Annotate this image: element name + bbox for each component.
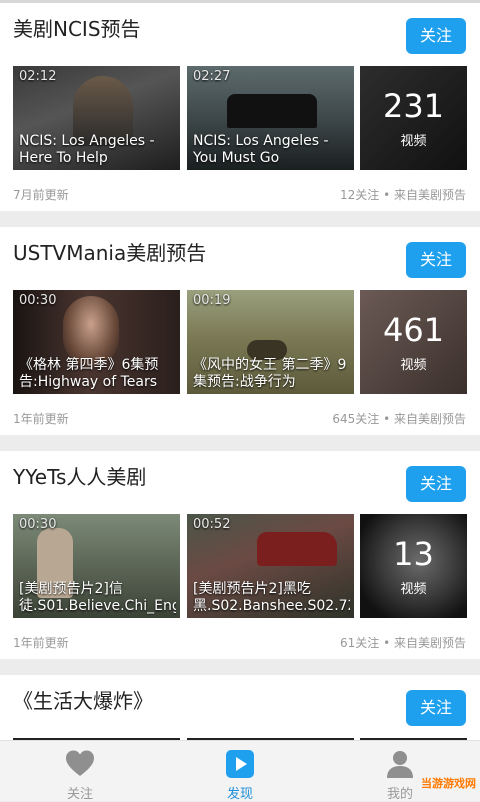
follow-button[interactable]: 关注 (406, 242, 466, 278)
video-thumbnail[interactable]: 00:19 《风中的女王 第二季》9集预告:战争行为 (187, 290, 354, 394)
video-row: 00:30 《格林 第四季》6集预告:Highway of Tears 00:1… (13, 290, 467, 394)
watermark-logo: 当游游戏网 (380, 771, 476, 797)
nav-follow[interactable]: 关注 (0, 741, 160, 802)
follow-button[interactable]: 关注 (406, 18, 466, 54)
video-duration: 00:30 (19, 517, 57, 532)
video-title: NCIS: Los Angeles - Here To Help (19, 133, 155, 166)
video-row: 02:12 NCIS: Los Angeles - Here To Help 0… (13, 66, 467, 170)
watermark-text: 当游游戏网 (421, 777, 476, 790)
video-thumbnail[interactable]: 00:52 [美剧预告片2]黑吃黑.S02.Banshee.S02.72 (187, 514, 354, 618)
video-thumbnail[interactable]: 02:27 NCIS: Los Angeles - You Must Go (187, 66, 354, 170)
video-duration: 00:19 (193, 293, 231, 308)
video-count-label: 视频 (400, 358, 427, 373)
channel-title: 美剧NCIS预告 (13, 17, 141, 41)
follow-button[interactable]: 关注 (406, 690, 466, 726)
nav-follow-label: 关注 (66, 787, 93, 802)
video-thumbnail[interactable]: 00:30 [美剧预告片2]信徒.S01.Believe.Chi_Eng- (13, 514, 180, 618)
video-title: [美剧预告片2]黑吃黑.S02.Banshee.S02.72 (193, 581, 350, 614)
channel-card[interactable]: YYeTs人人美剧 关注 00:30 [美剧预告片2]信徒.S01.Believ… (0, 451, 480, 659)
channel-stats: 645关注 • 来自美剧预告 (332, 412, 466, 426)
play-icon (226, 750, 254, 778)
follow-button[interactable]: 关注 (406, 466, 466, 502)
video-count-tile[interactable]: 461 视频 (360, 290, 467, 394)
bottom-nav: 关注 发现 我的 当游游戏网 (0, 740, 480, 802)
video-count-tile[interactable]: 13 视频 (360, 514, 467, 618)
channel-title: YYeTs人人美剧 (13, 465, 147, 489)
updated-time: 1年前更新 (13, 636, 69, 650)
video-title: 《风中的女王 第二季》9集预告:战争行为 (193, 357, 347, 390)
channel-title: USTVMania美剧预告 (13, 241, 207, 265)
video-count-label: 视频 (400, 582, 427, 597)
channel-stats: 12关注 • 来自美剧预告 (340, 188, 466, 202)
video-count: 13 (393, 535, 434, 573)
channel-stats: 61关注 • 来自美剧预告 (340, 636, 466, 650)
video-count-tile[interactable]: 231 视频 (360, 66, 467, 170)
updated-time: 1年前更新 (13, 412, 69, 426)
nav-discover[interactable]: 发现 (160, 741, 320, 802)
video-count: 231 (382, 87, 445, 125)
video-count-label: 视频 (400, 134, 427, 149)
video-row: 00:30 [美剧预告片2]信徒.S01.Believe.Chi_Eng- 00… (13, 514, 467, 618)
video-thumbnail[interactable]: 00:30 《格林 第四季》6集预告:Highway of Tears (13, 290, 180, 394)
video-thumbnail[interactable]: 02:12 NCIS: Los Angeles - Here To Help (13, 66, 180, 170)
channel-title: 《生活大爆炸》 (13, 689, 153, 713)
video-title: NCIS: Los Angeles - You Must Go (193, 133, 329, 166)
video-count: 461 (382, 311, 445, 349)
channel-card[interactable]: 美剧NCIS预告 关注 02:12 NCIS: Los Angeles - He… (0, 3, 480, 211)
video-duration: 00:52 (193, 517, 231, 532)
nav-discover-label: 发现 (226, 787, 253, 802)
updated-time: 7月前更新 (13, 188, 69, 202)
channel-card[interactable]: USTVMania美剧预告 关注 00:30 《格林 第四季》6集预告:High… (0, 227, 480, 435)
video-title: 《格林 第四季》6集预告:Highway of Tears (19, 357, 159, 390)
channel-card[interactable]: 《生活大爆炸》 关注 (0, 675, 480, 740)
video-duration: 00:30 (19, 293, 57, 308)
video-duration: 02:27 (193, 69, 231, 84)
heart-icon (66, 750, 94, 776)
video-title: [美剧预告片2]信徒.S01.Believe.Chi_Eng- (19, 581, 176, 614)
video-duration: 02:12 (19, 69, 57, 84)
